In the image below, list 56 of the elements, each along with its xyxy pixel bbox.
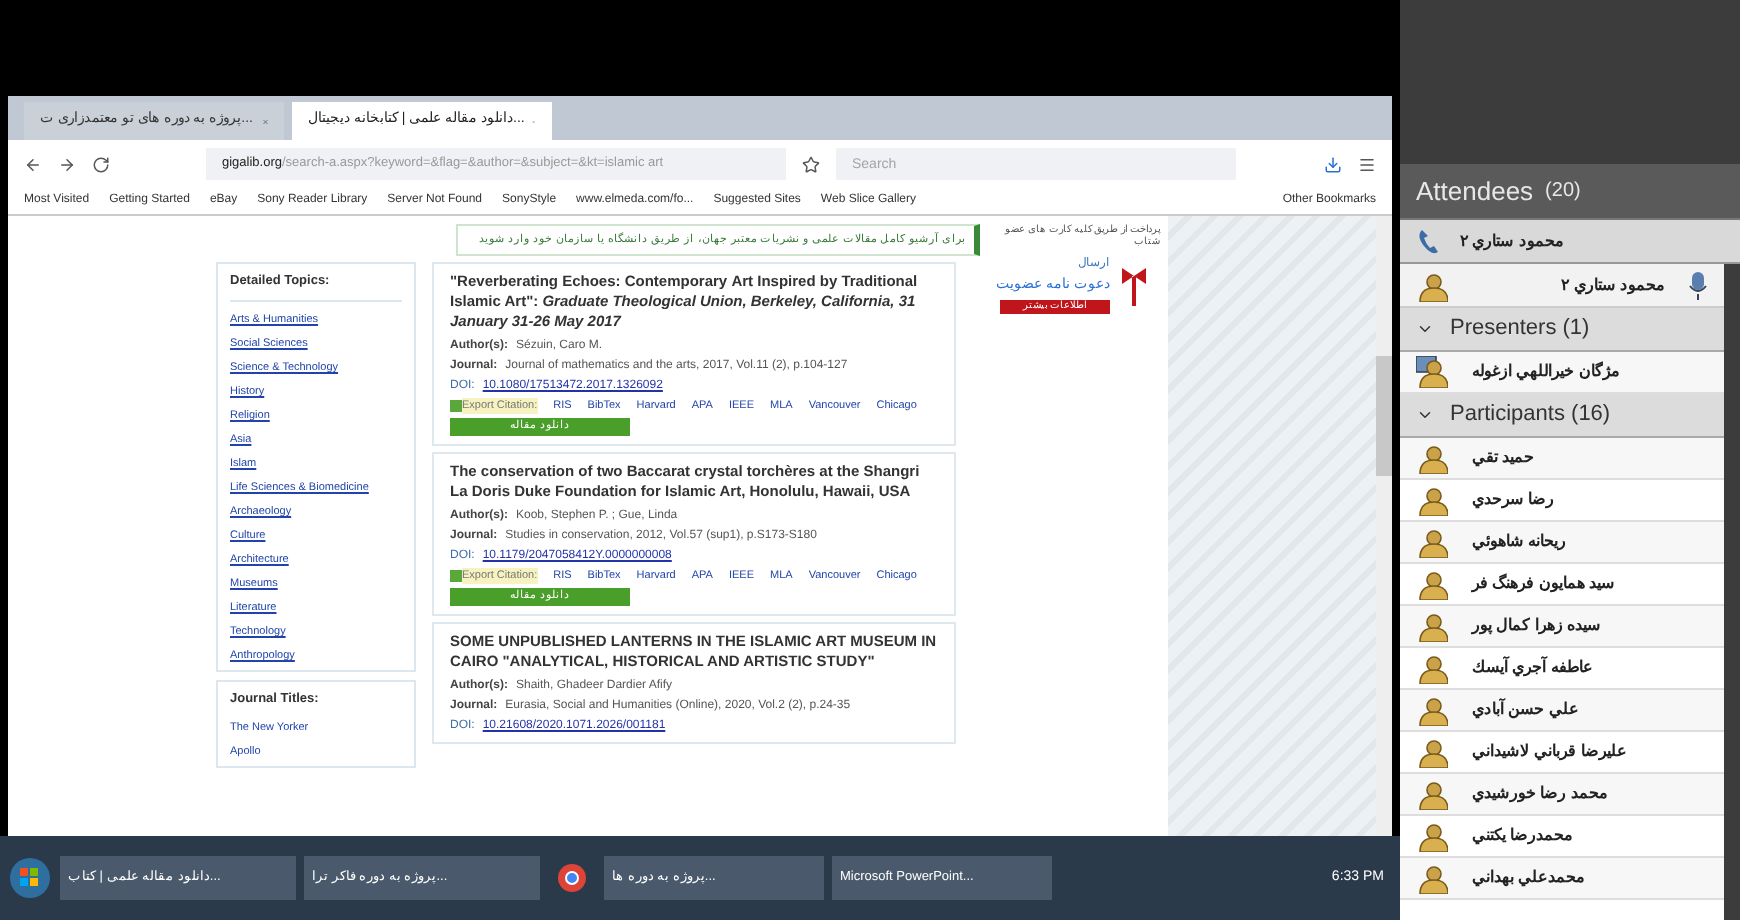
download-icon[interactable] <box>1324 155 1342 173</box>
person-icon <box>1416 269 1448 301</box>
expand-icon[interactable] <box>1416 406 1434 424</box>
attendee-row[interactable]: سيده زهرا كمال پور <box>1400 606 1724 648</box>
attendee-name: حميد تقي <box>1472 446 1535 470</box>
attendee-name: عاطفه آجري آيسك <box>1472 656 1593 680</box>
person-icon <box>1416 526 1448 558</box>
attendee-row[interactable]: ريحانه شاهوئي <box>1400 522 1724 564</box>
attendee-name: رضا سرحدي <box>1472 488 1555 512</box>
speaker-name: محمود ستاري ٢ <box>1460 229 1563 253</box>
group-title: Participants (16) <box>1450 400 1611 431</box>
person-icon <box>1416 652 1448 684</box>
attendee-name: محمود ستاري ٢ <box>1559 273 1664 297</box>
person-icon <box>1416 778 1448 810</box>
checkbox-icon <box>450 570 462 583</box>
attendee-name: محمدرضا يكتني <box>1472 824 1573 848</box>
attendee-name: سيده زهرا كمال پور <box>1472 614 1602 638</box>
back-icon[interactable] <box>24 155 42 173</box>
attendees-title: Attendees <box>1416 173 1534 210</box>
attendee-name: ريحانه شاهوئي <box>1472 530 1567 554</box>
attendee-name: عليرضا قرباني لاشيداني <box>1472 740 1627 764</box>
forward-icon[interactable] <box>58 155 76 173</box>
person-icon <box>1416 610 1448 642</box>
presenter-icon <box>1416 356 1448 388</box>
checkbox-icon <box>450 400 462 413</box>
person-icon <box>1416 862 1448 894</box>
attendee-name: محمد رضا خورشيدي <box>1472 782 1607 806</box>
attendee-row[interactable]: مژگان خيراللهي ازغوله <box>1400 352 1724 394</box>
attendee-row[interactable]: حميد تقي <box>1400 438 1724 480</box>
menu-icon[interactable] <box>1358 155 1376 173</box>
person-icon <box>1416 694 1448 726</box>
attendees-count: (20) <box>1545 178 1581 206</box>
start-icon[interactable] <box>8 856 52 900</box>
attendee-name: مژگان خيراللهي ازغوله <box>1472 360 1619 384</box>
person-icon <box>1416 820 1448 852</box>
attendee-row[interactable]: علي حسن آبادي <box>1400 690 1724 732</box>
person-icon <box>1416 442 1448 474</box>
attendee-name: علي حسن آبادي <box>1472 698 1579 722</box>
group-header[interactable]: Presenters (1) <box>1400 308 1724 352</box>
microphone-icon <box>1688 271 1708 299</box>
attendee-row[interactable]: محمود ستاري ٢ <box>1400 264 1724 308</box>
person-icon <box>1416 568 1448 600</box>
attendee-name: سيد همايون فرهنگ فر <box>1472 572 1616 596</box>
gift-icon <box>1117 265 1150 305</box>
phone-icon <box>1416 227 1444 255</box>
bookmark-star-icon[interactable] <box>802 155 820 173</box>
expand-icon[interactable] <box>1416 320 1434 338</box>
group-header[interactable]: Participants (16) <box>1400 394 1724 438</box>
attendee-row[interactable]: محمدعلي بهداني <box>1400 858 1724 900</box>
reload-icon[interactable] <box>92 155 110 173</box>
person-icon <box>1416 484 1448 516</box>
browser-icon[interactable] <box>556 862 588 894</box>
attendee-row[interactable]: محمد رضا خورشيدي <box>1400 774 1724 816</box>
person-icon <box>1416 736 1448 768</box>
attendee-name: محمدعلي بهداني <box>1472 866 1585 890</box>
group-title: Presenters (1) <box>1450 314 1590 345</box>
